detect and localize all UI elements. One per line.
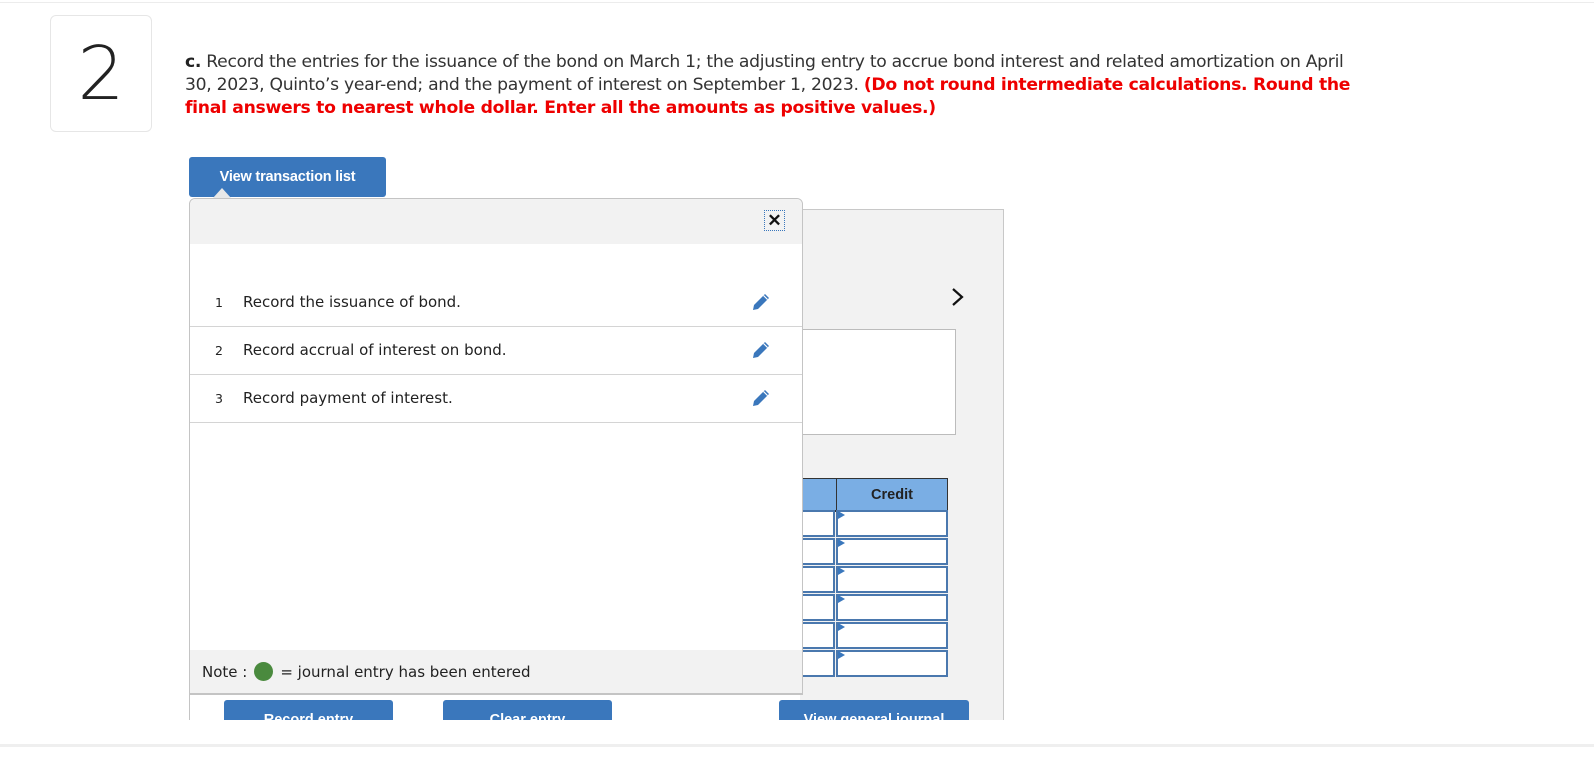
legend-note: Note : = journal entry has been entered — [190, 650, 802, 694]
cell-flag-icon — [838, 623, 845, 631]
transaction-label: Record accrual of interest on bond. — [243, 341, 507, 359]
debit-column-header — [800, 478, 837, 512]
clear-entry-button[interactable]: Clear entry — [443, 700, 612, 720]
transaction-row[interactable]: 2 Record accrual of interest on bond. — [190, 327, 802, 375]
credit-input[interactable] — [836, 538, 948, 565]
transaction-number: 1 — [215, 295, 223, 310]
pencil-icon[interactable] — [750, 291, 772, 313]
chevron-right-icon[interactable] — [950, 286, 970, 310]
cell-flag-icon — [838, 511, 845, 519]
credit-input[interactable] — [836, 594, 948, 621]
popup-header: ✕ — [190, 199, 802, 244]
entered-indicator-dot — [254, 662, 274, 681]
pencil-icon[interactable] — [750, 339, 772, 361]
transaction-label: Record the issuance of bond. — [243, 293, 461, 311]
cell-flag-icon — [838, 595, 845, 603]
transaction-label: Record payment of interest. — [243, 389, 453, 407]
popup-caret — [213, 188, 231, 198]
journal-workspace: View transaction list Credit ✕ 1 Record … — [0, 0, 1594, 720]
debit-input[interactable] — [798, 538, 835, 565]
cell-flag-icon — [838, 567, 845, 575]
transaction-list-popup: ✕ 1 Record the issuance of bond. 2 Recor… — [189, 198, 803, 695]
debit-input[interactable] — [798, 566, 835, 593]
credit-column-header: Credit — [837, 478, 948, 512]
credit-input[interactable] — [836, 566, 948, 593]
transaction-number: 2 — [215, 343, 223, 358]
pencil-icon[interactable] — [750, 387, 772, 409]
note-label: Note : — [202, 662, 248, 681]
cell-flag-icon — [838, 539, 845, 547]
debit-input[interactable] — [798, 510, 835, 537]
debit-input[interactable] — [798, 622, 835, 649]
close-icon[interactable]: ✕ — [764, 210, 785, 231]
cell-flag-icon — [838, 651, 845, 659]
debit-input[interactable] — [798, 650, 835, 677]
credit-input[interactable] — [836, 510, 948, 537]
transaction-description-box — [800, 329, 956, 435]
transaction-number: 3 — [215, 391, 223, 406]
transaction-row[interactable]: 1 Record the issuance of bond. — [190, 279, 802, 327]
view-general-journal-button[interactable]: View general journal — [779, 700, 969, 720]
credit-input[interactable] — [836, 650, 948, 677]
record-entry-button[interactable]: Record entry — [224, 700, 393, 720]
debit-input[interactable] — [798, 594, 835, 621]
transaction-row[interactable]: 3 Record payment of interest. — [190, 375, 802, 423]
panel-border — [189, 693, 190, 720]
bottom-divider — [0, 744, 1594, 747]
credit-input[interactable] — [836, 622, 948, 649]
note-text: = journal entry has been entered — [280, 662, 531, 681]
